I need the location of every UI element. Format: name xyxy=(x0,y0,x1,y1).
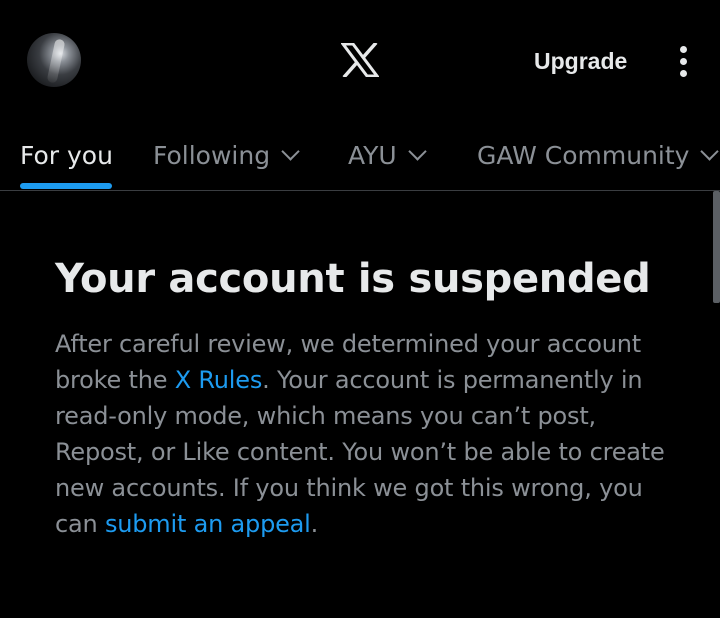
timeline-tabs: For you Following AYU GAW Community xyxy=(0,120,720,191)
tab-following[interactable]: Following xyxy=(153,120,300,190)
suspension-message: After careful review, we determined your… xyxy=(55,326,675,542)
x-logo-icon[interactable] xyxy=(340,41,380,79)
x-rules-link[interactable]: X Rules xyxy=(175,366,263,394)
tab-label: AYU xyxy=(348,140,397,170)
tab-ayu[interactable]: AYU xyxy=(348,120,427,190)
active-tab-indicator xyxy=(20,183,112,189)
scrollbar[interactable] xyxy=(713,191,720,303)
tab-label: For you xyxy=(20,140,113,170)
message-text: . xyxy=(310,510,319,538)
chevron-down-icon[interactable] xyxy=(700,141,720,161)
more-vertical-icon[interactable] xyxy=(666,40,700,82)
dot xyxy=(679,57,687,65)
suspension-notice: Your account is suspended After careful … xyxy=(55,250,675,542)
page-title: Your account is suspended xyxy=(55,256,651,302)
dot xyxy=(679,45,687,53)
submit-appeal-link[interactable]: submit an appeal xyxy=(105,510,311,538)
tab-for-you[interactable]: For you xyxy=(20,120,113,190)
chevron-down-icon[interactable] xyxy=(281,141,300,161)
dot xyxy=(679,69,687,77)
x-logo-icon-svg xyxy=(340,41,380,79)
tab-gaw-community[interactable]: GAW Community xyxy=(477,120,720,190)
chevron-down-icon[interactable] xyxy=(408,141,427,161)
top-bar: Upgrade xyxy=(0,0,720,120)
tab-label: Following xyxy=(153,140,271,170)
upgrade-button[interactable]: Upgrade xyxy=(520,40,641,82)
tab-label: GAW Community xyxy=(477,140,690,170)
avatar[interactable] xyxy=(27,33,81,87)
